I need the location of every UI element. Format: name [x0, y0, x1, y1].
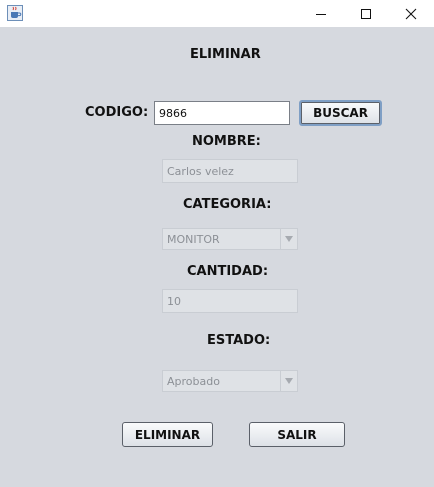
buscar-button[interactable]: BUSCAR: [299, 100, 382, 126]
estado-select[interactable]: Aprobado: [162, 370, 298, 392]
eliminar-button[interactable]: ELIMINAR: [122, 422, 213, 447]
buscar-button-label: BUSCAR: [313, 106, 368, 120]
nombre-input-value: Carlos velez: [167, 164, 234, 178]
chevron-down-icon: [280, 371, 297, 391]
minimize-button[interactable]: [298, 0, 343, 27]
codigo-label: CODIGO:: [85, 105, 149, 120]
categoria-label: CATEGORIA:: [183, 197, 272, 212]
estado-label: ESTADO:: [207, 333, 271, 348]
maximize-button[interactable]: [343, 0, 388, 27]
maximize-icon: [360, 8, 371, 19]
estado-select-value: Aprobado: [167, 374, 220, 388]
title-bar[interactable]: [0, 0, 434, 27]
close-icon: [405, 8, 416, 19]
close-button[interactable]: [388, 0, 433, 27]
form-title: ELIMINAR: [190, 47, 261, 62]
cantidad-input-value: 10: [167, 294, 181, 308]
categoria-select-value: MONITOR: [167, 232, 220, 246]
nombre-label: NOMBRE:: [192, 134, 261, 149]
salir-button[interactable]: SALIR: [249, 422, 345, 447]
minimize-icon: [315, 13, 326, 15]
cantidad-label: CANTIDAD:: [187, 264, 269, 279]
categoria-select[interactable]: MONITOR: [162, 228, 298, 250]
eliminar-button-label: ELIMINAR: [134, 427, 201, 442]
cantidad-input[interactable]: 10: [162, 289, 298, 313]
codigo-input-value: 9866: [159, 106, 187, 120]
java-cup-icon: [7, 5, 23, 21]
codigo-input[interactable]: 9866: [154, 101, 290, 125]
chevron-down-icon: [280, 229, 297, 249]
salir-button-label: SALIR: [277, 427, 317, 442]
nombre-input[interactable]: Carlos velez: [162, 159, 298, 183]
